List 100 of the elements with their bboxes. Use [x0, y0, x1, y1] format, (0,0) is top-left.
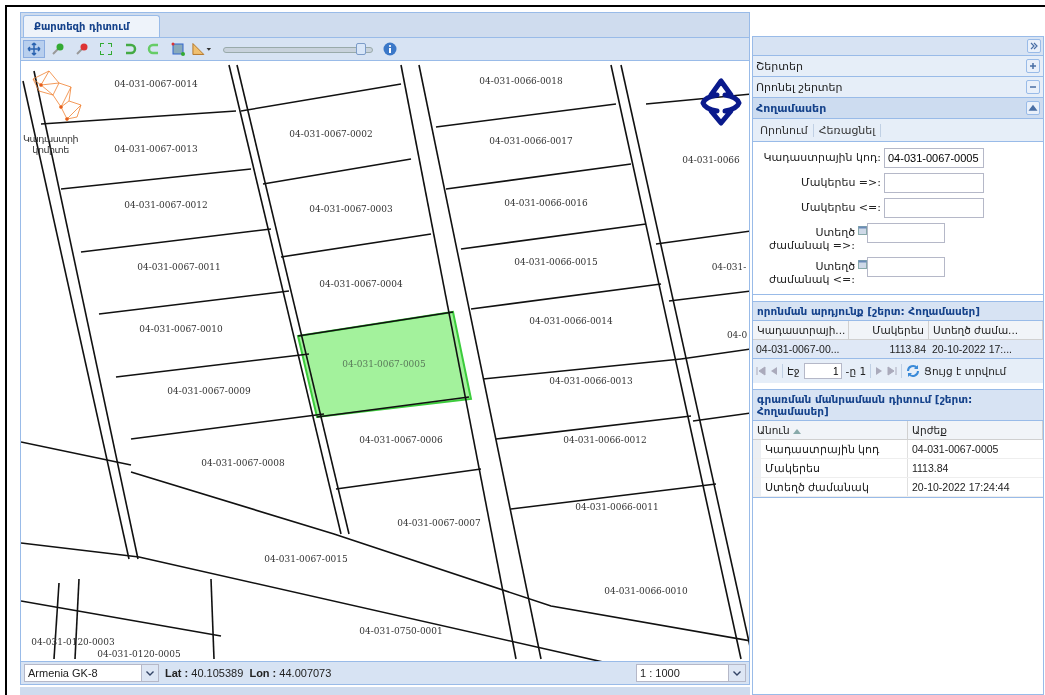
parcel-label: 04-031-0066-0014 — [529, 316, 613, 326]
input-field[interactable]: 04-031-0067-0005 — [884, 148, 984, 168]
page-field[interactable]: 1 — [803, 363, 842, 379]
measure-tool-button[interactable] — [191, 40, 213, 58]
accordion-header[interactable]: Շերտեր — [753, 56, 1043, 77]
previous-page-icon[interactable] — [770, 366, 778, 376]
selection-icon — [171, 42, 185, 56]
property-name: Մակերես — [753, 459, 908, 477]
parcel-label: 04-031-0067-0007 — [397, 518, 481, 528]
parcel-label: 04-031-0066-0010 — [604, 586, 688, 596]
property-name: Կադաստրային կոդ — [753, 440, 908, 458]
refresh-icon[interactable] — [906, 364, 921, 378]
calendar-icon[interactable] — [858, 260, 867, 269]
field-label: Մակերես =>: — [800, 176, 882, 189]
parcel-label: 04-031-0067-0003 — [309, 204, 393, 214]
property-value: 20-10-2022 17:24:44 — [911, 480, 1011, 495]
parcel-label: 04-031-0067-0013 — [114, 144, 198, 154]
coordinates-text: Lat : 40.105389 Lon : 44.007073 — [165, 667, 332, 679]
undo-icon — [123, 42, 137, 56]
parcel-label: 04-031-0066-0011 — [575, 502, 659, 512]
parcel-label: 04-031-0120-0005 — [97, 649, 181, 659]
network-logo-icon — [32, 70, 82, 121]
caret-button[interactable] — [1026, 101, 1040, 115]
parcel-label: 04-031-0067-0008 — [201, 458, 285, 468]
section-title: Շերտեր — [756, 59, 803, 73]
slider-thumb[interactable] — [355, 43, 366, 55]
column-header[interactable]: Անուն — [753, 421, 908, 440]
field-label: Մակերես <=: — [800, 201, 882, 214]
collapse-button[interactable] — [1026, 80, 1040, 94]
move-icon — [27, 42, 41, 56]
last-page-icon[interactable] — [887, 366, 898, 376]
toolbar-button[interactable]: Հեռացնել — [813, 123, 882, 137]
parcel-label: 04-031-0066-0016 — [504, 198, 588, 208]
parcel-label: 04-031-0066-0015 — [514, 257, 598, 267]
projection-select[interactable]: Armenia GK-8 — [24, 664, 159, 682]
expand-icon — [99, 42, 113, 56]
paging-status: Ցույց է տրվում — [924, 365, 1007, 377]
parcel-label: 04-031-0067-0002 — [289, 129, 373, 139]
property-name: Ստեղծ ժամանակ — [753, 478, 908, 496]
parcel-label: 04-031-0066-0018 — [479, 76, 563, 86]
first-page-icon[interactable] — [756, 366, 766, 376]
map-view-tab[interactable]: Քարտեզի դիտում — [23, 15, 161, 37]
property-value: 1113.84 — [911, 461, 950, 476]
zoom-in-icon — [51, 42, 65, 56]
parcel-label: 04-031-0066 — [682, 155, 740, 165]
parcel-label: 04-031-0067-0011 — [137, 262, 221, 272]
property-value: 04-031-0067-0005 — [911, 442, 1000, 457]
calendar-icon[interactable] — [858, 226, 867, 235]
panel-title: որոնման արդյունք [շերտ: Հողամասեր] — [753, 301, 1043, 321]
pan-control-icon[interactable] — [700, 78, 742, 126]
field-label: Ստեղծ ժամանակ =>: — [768, 226, 856, 252]
parcel-label: 04-031-0066-0013 — [549, 376, 633, 386]
input-field[interactable] — [884, 198, 984, 218]
parcel-label: 04-031-0067-0009 — [167, 386, 251, 396]
collapse-panel-button[interactable] — [1027, 39, 1041, 53]
toolbar-button[interactable]: Որոնում — [755, 123, 814, 137]
date-field[interactable] — [867, 223, 945, 243]
table-cell-text: 04-031-0067-00... — [755, 342, 841, 357]
section-title: Որոնել շերտեր — [756, 80, 843, 94]
zoom-slider[interactable] — [223, 43, 373, 55]
column-header[interactable]: Արժեք — [908, 421, 1043, 440]
parcel-label: 04-031-0066-0017 — [489, 136, 573, 146]
column-header[interactable]: Ստեղծ ժամա... — [929, 321, 1043, 340]
parcel-label: 04-031-0067-0012 — [124, 200, 208, 210]
page-count: -ը 1 — [845, 365, 867, 377]
date-field[interactable] — [867, 257, 945, 277]
parcel-label: 04-0 — [726, 330, 748, 340]
table-cell-text: 1113.84 — [888, 342, 927, 357]
accordion-header[interactable]: Որոնել շերտեր — [753, 77, 1043, 98]
parcel-label: 04-031-0067-0006 — [359, 435, 443, 445]
column-header[interactable]: Մակերես — [849, 321, 929, 340]
caret-up-icon — [1028, 103, 1038, 113]
next-page-icon[interactable] — [875, 366, 884, 376]
parcel-label: 04-031-0067-0010 — [139, 324, 223, 334]
parcel-label: 04-031-0067-0015 — [264, 554, 348, 564]
double-chevron-icon — [1029, 41, 1039, 51]
zoom-out-icon — [75, 42, 89, 56]
panel-title: գրառման մանրամասն դիտում [շերտ: Հողամասեր] — [753, 389, 1043, 421]
selected-parcel[interactable] — [296, 310, 473, 419]
parcel-label: 04-031-0066-0012 — [563, 435, 647, 445]
pan-tool-button[interactable] — [23, 40, 45, 58]
field-label: Կադաստրային կոդ: — [762, 151, 882, 164]
parcel-label: 04-031-0067-0014 — [114, 79, 198, 89]
parcel-label: 04-031-0067-0004 — [319, 279, 403, 289]
scale-select[interactable]: 1 : 1000 — [636, 664, 746, 682]
redo-icon — [147, 42, 161, 56]
expand-button[interactable] — [1026, 59, 1040, 73]
caret-icon — [146, 670, 154, 676]
ruler-icon — [192, 42, 212, 56]
parcel-label: 04-031-0750-0001 — [359, 626, 443, 636]
sort-ascending-icon — [792, 428, 801, 434]
input-field[interactable] — [884, 173, 984, 193]
table-cell-text: 20-10-2022 17:... — [931, 342, 1013, 357]
page-label: Էջ — [787, 365, 800, 377]
accordion-header[interactable]: Հողամասեր — [753, 98, 1043, 119]
result-row[interactable]: 04-031-0067-00... 1113.84 20-10-2022 17:... — [753, 340, 1043, 358]
field-label: Ստեղծ ժամանակ <=: — [768, 260, 856, 286]
info-icon[interactable] — [383, 42, 397, 56]
column-header[interactable]: Կադաստրայի... — [753, 321, 849, 340]
parcel-label: 04-031- — [711, 262, 747, 272]
